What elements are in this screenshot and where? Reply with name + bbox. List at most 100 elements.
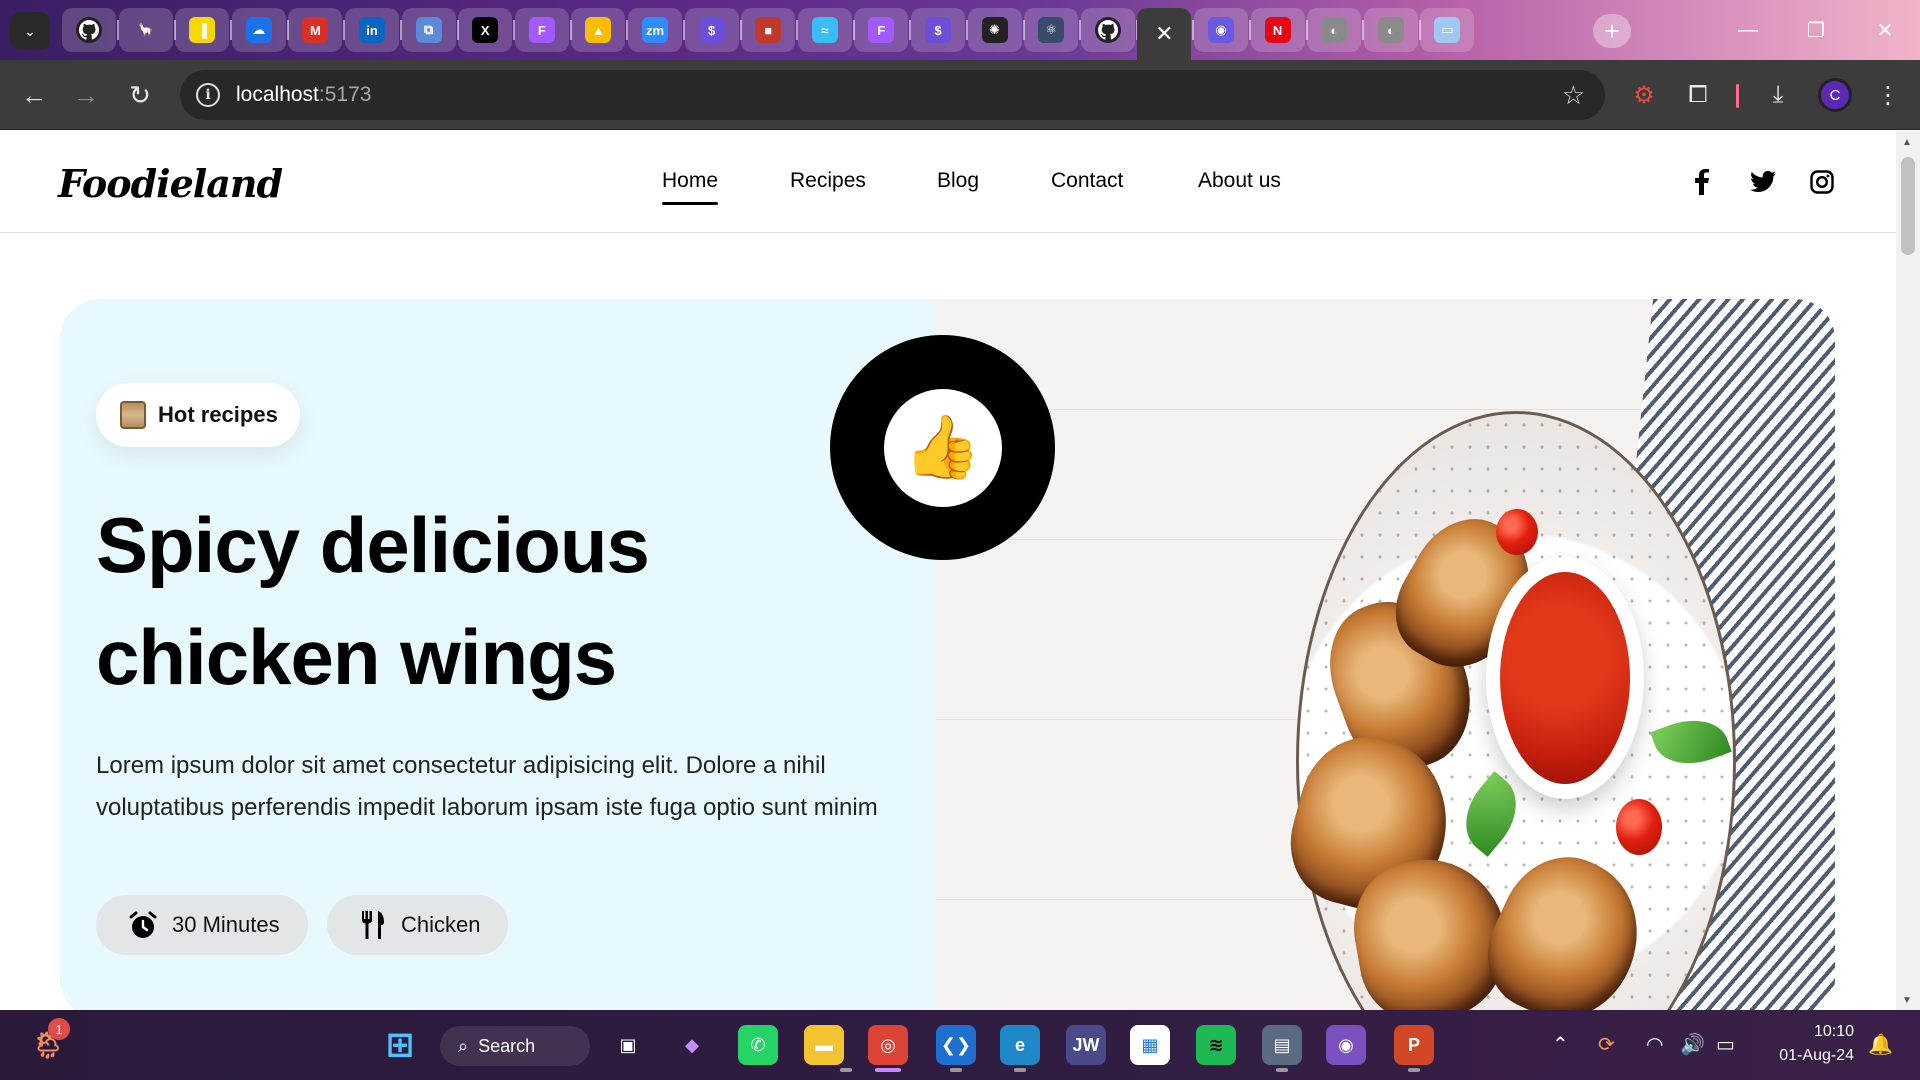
browser-tab[interactable]: ✕: [1137, 8, 1192, 60]
github-desktop-icon[interactable]: ◉: [1326, 1025, 1366, 1065]
time-label: 30 Minutes: [172, 912, 280, 937]
copilot-icon[interactable]: ◆: [672, 1025, 712, 1065]
minimize-icon[interactable]: —: [1728, 14, 1768, 46]
browser-tab[interactable]: $: [684, 8, 739, 52]
chrome-icon[interactable]: ◎: [868, 1025, 908, 1065]
address-bar[interactable]: i localhost:5173 ☆: [180, 70, 1605, 120]
crop-icon: ⧉: [415, 17, 442, 43]
system-clock[interactable]: 10:10 01-Aug-24: [1764, 1020, 1854, 1068]
nav-blog[interactable]: Blog: [937, 169, 979, 193]
twitter-icon[interactable]: [1749, 168, 1777, 196]
browser-tab[interactable]: zm: [628, 8, 682, 52]
browser-tab[interactable]: [1080, 8, 1135, 52]
extensions-puzzle-icon[interactable]: ⧠: [1680, 77, 1716, 113]
browser-tab[interactable]: X: [458, 8, 513, 52]
extension-icon[interactable]: ⚙: [1626, 77, 1662, 113]
jw-icon[interactable]: JW: [1066, 1025, 1106, 1065]
browser-tab[interactable]: ▐: [175, 8, 230, 52]
nav-home[interactable]: Home: [662, 169, 719, 205]
browser-tab[interactable]: F: [514, 8, 569, 52]
figma-icon: F: [868, 17, 895, 43]
running-indicator: [1014, 1068, 1026, 1072]
folder-icon: ▭: [1434, 17, 1461, 43]
browser-tab[interactable]: N: [1250, 8, 1305, 52]
browser-tab[interactable]: ≈: [797, 8, 852, 52]
vscode-icon[interactable]: ❮❯: [936, 1025, 976, 1065]
nav-about-us[interactable]: About us: [1198, 169, 1281, 193]
browser-tab[interactable]: ◐: [1307, 8, 1362, 52]
bookmark-star-icon[interactable]: ☆: [1562, 80, 1585, 111]
powerpoint-icon[interactable]: P: [1394, 1025, 1434, 1065]
site-info-icon[interactable]: i: [196, 83, 220, 107]
react-icon: ⚛: [1038, 17, 1065, 43]
clock-date: 01-Aug-24: [1779, 1047, 1854, 1064]
battery-icon[interactable]: ▭: [1716, 1032, 1735, 1057]
browser-tab[interactable]: ☁: [231, 8, 286, 52]
new-tab-button[interactable]: +: [1593, 14, 1631, 48]
browser-tab[interactable]: 🦙: [118, 8, 173, 52]
calculator-icon[interactable]: ▤: [1262, 1025, 1302, 1065]
download-icon[interactable]: ⤓: [1760, 77, 1796, 113]
nav-recipes[interactable]: Recipes: [790, 169, 866, 193]
tab-search-button[interactable]: ⌄: [10, 12, 50, 50]
scroll-up-icon[interactable]: ▲: [1902, 137, 1912, 148]
running-indicator: [875, 1068, 901, 1072]
store-icon[interactable]: ▦: [1130, 1025, 1170, 1065]
facebook-icon[interactable]: [1688, 168, 1716, 196]
time-pill: 30 Minutes: [96, 895, 308, 955]
site-header: Foodieland Home Recipes Blog Contact Abo…: [0, 131, 1896, 233]
reload-icon[interactable]: ↻: [122, 77, 158, 113]
taskbar-search[interactable]: ⌕ Search: [440, 1026, 590, 1066]
hero-food-image: [936, 299, 1835, 1010]
browser-tab[interactable]: $: [911, 8, 965, 52]
browser-tab[interactable]: F: [854, 8, 909, 52]
back-arrow-icon[interactable]: ←: [16, 77, 52, 113]
search-icon: ⌕: [458, 1035, 469, 1056]
wifi-icon[interactable]: ◠: [1646, 1032, 1663, 1057]
sync-icon[interactable]: ⟳: [1598, 1032, 1615, 1057]
handpicked-badge: 👍: [830, 335, 1055, 560]
firefox-icon: ◉: [1208, 17, 1234, 43]
edge-icon[interactable]: e: [1000, 1025, 1040, 1065]
globe-icon: ◐: [1321, 17, 1348, 43]
nav-contact[interactable]: Contact: [1051, 169, 1123, 193]
chevron-up-icon[interactable]: ⌃: [1552, 1032, 1569, 1057]
menu-kebab-icon[interactable]: ⋮: [1870, 77, 1906, 113]
scrollbar-thumb[interactable]: [1901, 157, 1915, 255]
volume-icon[interactable]: 🔊: [1680, 1032, 1705, 1057]
page-scrollbar[interactable]: ▲ ▼: [1896, 131, 1920, 1010]
browser-tab[interactable]: M: [288, 8, 343, 52]
browser-tab[interactable]: ◐: [1363, 8, 1418, 52]
browser-tab[interactable]: ◉: [1194, 8, 1248, 52]
browser-tab[interactable]: ✺: [967, 8, 1022, 52]
browser-toolbar: ← → ↻ i localhost:5173 ☆ ⚙ ⧠ ⤓ C ⋮: [0, 60, 1920, 130]
browser-tab[interactable]: ▲: [571, 8, 626, 52]
hot-recipes-badge: Hot recipes: [96, 383, 300, 447]
linkedin-icon: in: [359, 17, 385, 43]
forward-arrow-icon[interactable]: →: [68, 77, 104, 113]
alarm-clock-icon: [129, 911, 157, 938]
x-icon: X: [472, 17, 499, 43]
site-logo[interactable]: Foodieland: [58, 161, 283, 206]
windows-start-icon[interactable]: ⊞: [380, 1025, 420, 1065]
browser-tab[interactable]: ⧉: [401, 8, 456, 52]
instagram-icon[interactable]: [1808, 168, 1836, 196]
url-text[interactable]: localhost:5173: [236, 83, 371, 107]
scroll-down-icon[interactable]: ▼: [1902, 995, 1912, 1006]
profile-avatar[interactable]: C: [1818, 78, 1852, 112]
browser-tab[interactable]: ⚛: [1024, 8, 1079, 52]
notes-icon: ▐: [189, 17, 216, 43]
restore-icon[interactable]: ❐: [1796, 14, 1836, 46]
hero-description: Lorem ipsum dolor sit amet consectetur a…: [96, 752, 878, 821]
notification-bell-icon[interactable]: 🔔: [1868, 1032, 1893, 1057]
dollar-icon: $: [698, 17, 725, 43]
browser-tab[interactable]: [62, 8, 116, 52]
whatsapp-icon[interactable]: ✆: [738, 1025, 778, 1065]
close-window-icon[interactable]: ✕: [1865, 14, 1905, 46]
browser-tab[interactable]: ▭: [1420, 8, 1475, 52]
file-explorer-icon[interactable]: ▬: [804, 1025, 844, 1065]
browser-tab[interactable]: in: [345, 8, 399, 52]
task-view-icon[interactable]: ▣: [608, 1025, 648, 1065]
spotify-icon[interactable]: ≋: [1196, 1025, 1236, 1065]
browser-tab[interactable]: ■: [741, 8, 796, 52]
